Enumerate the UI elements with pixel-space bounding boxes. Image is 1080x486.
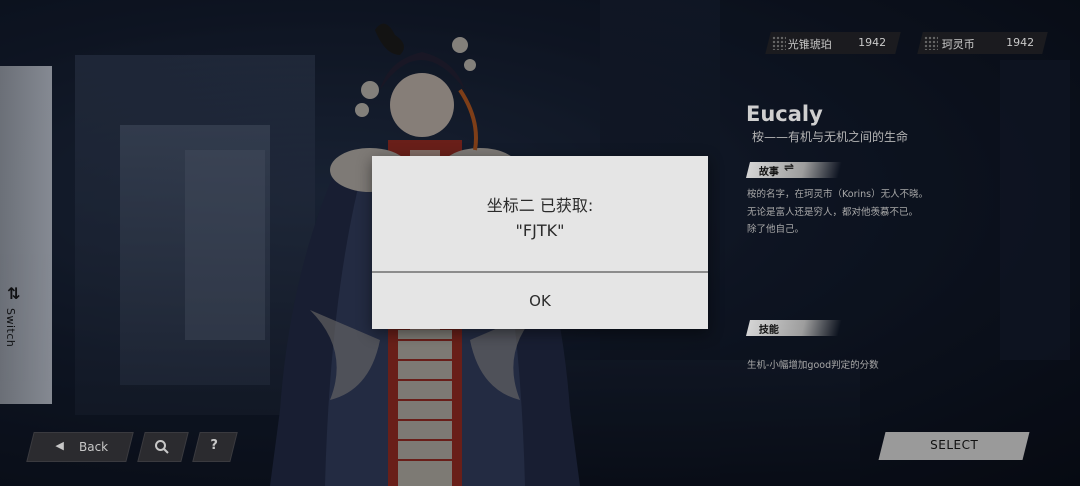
search-button[interactable] xyxy=(137,432,189,462)
story-line: 无论是富人还是穷人，都对他羡慕不已。 xyxy=(747,207,919,218)
story-tag-label: 故事 xyxy=(758,167,779,178)
resource-chip-coin: 珂灵币 1942 xyxy=(917,32,1048,54)
dots-icon xyxy=(920,32,942,54)
character-name: Eucaly xyxy=(746,102,823,126)
back-label: Back xyxy=(79,440,109,454)
story-line: 桉的名字，在珂灵市（Korins）无人不晓。 xyxy=(747,189,929,200)
help-label: ? xyxy=(210,438,218,453)
resource-label: 珂灵币 xyxy=(941,38,975,51)
triangle-left-icon: ◀ xyxy=(55,439,64,452)
dialog-line-2: "FJTK" xyxy=(515,221,565,240)
resource-label: 光锥琥珀 xyxy=(787,38,832,51)
dots-icon xyxy=(768,32,790,54)
search-icon xyxy=(155,440,169,454)
dialog-line-1: 坐标二 已获取: xyxy=(486,196,594,215)
resource-value: 1942 xyxy=(858,36,887,49)
skill-tag-label: 技能 xyxy=(758,325,779,336)
select-label: SELECT xyxy=(930,438,979,452)
help-button[interactable]: ? xyxy=(192,432,238,462)
resource-value: 1942 xyxy=(1006,36,1035,49)
ok-label: OK xyxy=(529,292,551,310)
switch-tab[interactable]: ⇅ Switch xyxy=(0,66,52,404)
dialog-message: 坐标二 已获取: "FJTK" xyxy=(372,193,708,243)
skill-tag: 技能 xyxy=(746,320,842,336)
swap-horizontal-icon[interactable]: ⇌ xyxy=(784,160,794,174)
story-line: 除了他自己。 xyxy=(747,224,805,235)
swap-vertical-icon: ⇅ xyxy=(7,284,21,303)
character-subtitle: 桉——有机与无机之间的生命 xyxy=(752,130,909,144)
coordinate-dialog: 坐标二 已获取: "FJTK" OK xyxy=(372,156,708,329)
switch-label: Switch xyxy=(4,308,17,348)
ok-button[interactable]: OK xyxy=(372,273,708,329)
select-button[interactable]: SELECT xyxy=(878,432,1030,460)
skill-description: 生机-小幅增加good判定的分数 xyxy=(747,360,879,371)
resource-chip-amber: 光锥琥珀 1942 xyxy=(765,32,901,54)
back-button[interactable]: ◀ Back xyxy=(26,432,134,462)
